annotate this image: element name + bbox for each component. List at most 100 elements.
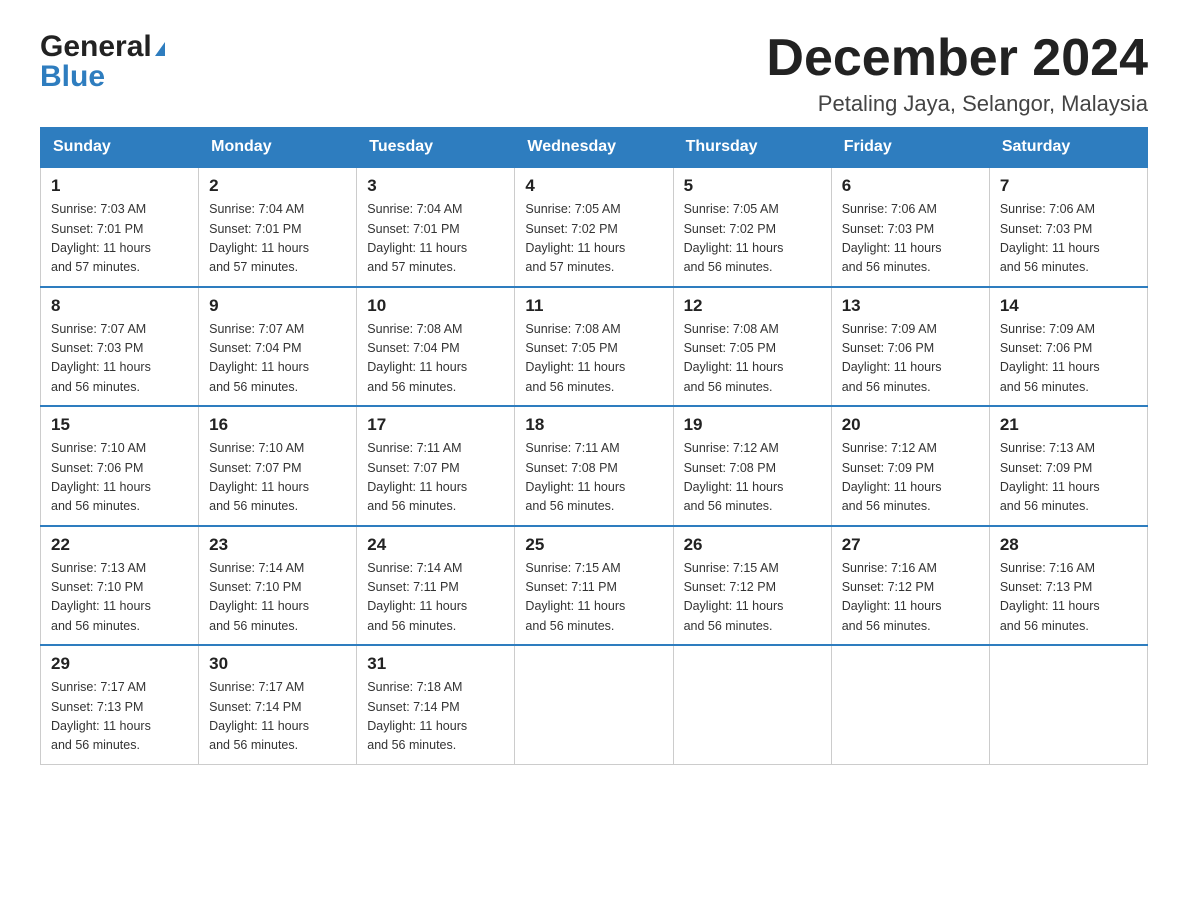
calendar-cell: 12Sunrise: 7:08 AMSunset: 7:05 PMDayligh… — [673, 287, 831, 407]
day-info: Sunrise: 7:13 AMSunset: 7:09 PMDaylight:… — [1000, 439, 1137, 517]
day-info: Sunrise: 7:07 AMSunset: 7:04 PMDaylight:… — [209, 320, 346, 398]
day-number: 12 — [684, 296, 821, 316]
calendar-cell: 16 Sunrise: 7:10 AMSunset: 7:07 PMDayligh… — [199, 406, 357, 526]
calendar-cell: 2 Sunrise: 7:04 AMSunset: 7:01 PMDaylight… — [199, 167, 357, 287]
day-number: 10 — [367, 296, 504, 316]
calendar-cell: 30 Sunrise: 7:17 AMSunset: 7:14 PMDayligh… — [199, 645, 357, 764]
calendar-week-row: 29Sunrise: 7:17 AMSunset: 7:13 PMDayligh… — [41, 645, 1148, 764]
day-number: 18 — [525, 415, 662, 435]
calendar-week-row: 15 Sunrise: 7:10 AMSunset: 7:06 PMDayligh… — [41, 406, 1148, 526]
month-title: December 2024 — [766, 30, 1148, 87]
calendar-cell: 26 Sunrise: 7:15 AMSunset: 7:12 PMDayligh… — [673, 526, 831, 646]
calendar-cell: 7 Sunrise: 7:06 AMSunset: 7:03 PMDaylight… — [989, 167, 1147, 287]
day-info: Sunrise: 7:05 AMSunset: 7:02 PMDaylight:… — [684, 200, 821, 278]
calendar-cell: 29Sunrise: 7:17 AMSunset: 7:13 PMDayligh… — [41, 645, 199, 764]
title-block: December 2024 Petaling Jaya, Selangor, M… — [766, 30, 1148, 117]
calendar-cell: 13 Sunrise: 7:09 AMSunset: 7:06 PMDayligh… — [831, 287, 989, 407]
calendar-cell — [515, 645, 673, 764]
day-number: 20 — [842, 415, 979, 435]
day-number: 17 — [367, 415, 504, 435]
day-info: Sunrise: 7:05 AMSunset: 7:02 PMDaylight:… — [525, 200, 662, 278]
day-number: 13 — [842, 296, 979, 316]
day-info: Sunrise: 7:09 AMSunset: 7:06 PMDaylight:… — [842, 320, 979, 398]
day-info: Sunrise: 7:08 AMSunset: 7:04 PMDaylight:… — [367, 320, 504, 398]
calendar-cell: 17Sunrise: 7:11 AMSunset: 7:07 PMDayligh… — [357, 406, 515, 526]
day-info: Sunrise: 7:06 AMSunset: 7:03 PMDaylight:… — [1000, 200, 1137, 278]
calendar-cell: 14 Sunrise: 7:09 AMSunset: 7:06 PMDayligh… — [989, 287, 1147, 407]
logo-blue: Blue — [40, 60, 105, 94]
day-info: Sunrise: 7:06 AMSunset: 7:03 PMDaylight:… — [842, 200, 979, 278]
day-number: 31 — [367, 654, 504, 674]
day-info: Sunrise: 7:10 AMSunset: 7:07 PMDaylight:… — [209, 439, 346, 517]
day-info: Sunrise: 7:11 AMSunset: 7:08 PMDaylight:… — [525, 439, 662, 517]
day-number: 29 — [51, 654, 188, 674]
day-number: 11 — [525, 296, 662, 316]
day-info: Sunrise: 7:14 AMSunset: 7:10 PMDaylight:… — [209, 559, 346, 637]
calendar-cell: 24 Sunrise: 7:14 AMSunset: 7:11 PMDayligh… — [357, 526, 515, 646]
day-number: 16 — [209, 415, 346, 435]
day-info: Sunrise: 7:09 AMSunset: 7:06 PMDaylight:… — [1000, 320, 1137, 398]
day-number: 28 — [1000, 535, 1137, 555]
day-number: 23 — [209, 535, 346, 555]
day-number: 26 — [684, 535, 821, 555]
day-info: Sunrise: 7:04 AMSunset: 7:01 PMDaylight:… — [367, 200, 504, 278]
logo: General Blue — [40, 30, 165, 94]
day-number: 5 — [684, 176, 821, 196]
calendar-cell: 3Sunrise: 7:04 AMSunset: 7:01 PMDaylight… — [357, 167, 515, 287]
logo-general: General — [40, 30, 152, 64]
calendar-table: SundayMondayTuesdayWednesdayThursdayFrid… — [40, 127, 1148, 765]
calendar-cell: 9 Sunrise: 7:07 AMSunset: 7:04 PMDaylight… — [199, 287, 357, 407]
day-number: 4 — [525, 176, 662, 196]
day-info: Sunrise: 7:07 AMSunset: 7:03 PMDaylight:… — [51, 320, 188, 398]
day-number: 8 — [51, 296, 188, 316]
location-title: Petaling Jaya, Selangor, Malaysia — [766, 91, 1148, 117]
day-info: Sunrise: 7:15 AMSunset: 7:11 PMDaylight:… — [525, 559, 662, 637]
calendar-header-monday: Monday — [199, 128, 357, 168]
calendar-week-row: 8 Sunrise: 7:07 AMSunset: 7:03 PMDaylight… — [41, 287, 1148, 407]
day-info: Sunrise: 7:15 AMSunset: 7:12 PMDaylight:… — [684, 559, 821, 637]
day-number: 7 — [1000, 176, 1137, 196]
calendar-cell: 28Sunrise: 7:16 AMSunset: 7:13 PMDayligh… — [989, 526, 1147, 646]
day-info: Sunrise: 7:14 AMSunset: 7:11 PMDaylight:… — [367, 559, 504, 637]
day-number: 22 — [51, 535, 188, 555]
calendar-cell: 23 Sunrise: 7:14 AMSunset: 7:10 PMDayligh… — [199, 526, 357, 646]
day-number: 2 — [209, 176, 346, 196]
calendar-cell — [989, 645, 1147, 764]
calendar-header-friday: Friday — [831, 128, 989, 168]
calendar-cell: 31 Sunrise: 7:18 AMSunset: 7:14 PMDayligh… — [357, 645, 515, 764]
day-number: 9 — [209, 296, 346, 316]
calendar-cell: 21 Sunrise: 7:13 AMSunset: 7:09 PMDayligh… — [989, 406, 1147, 526]
page-header: General Blue December 2024 Petaling Jaya… — [40, 30, 1148, 117]
day-info: Sunrise: 7:08 AMSunset: 7:05 PMDaylight:… — [525, 320, 662, 398]
calendar-header-tuesday: Tuesday — [357, 128, 515, 168]
calendar-header-thursday: Thursday — [673, 128, 831, 168]
calendar-cell: 15 Sunrise: 7:10 AMSunset: 7:06 PMDayligh… — [41, 406, 199, 526]
calendar-cell — [831, 645, 989, 764]
day-number: 30 — [209, 654, 346, 674]
calendar-cell: 10 Sunrise: 7:08 AMSunset: 7:04 PMDayligh… — [357, 287, 515, 407]
day-number: 27 — [842, 535, 979, 555]
day-info: Sunrise: 7:13 AMSunset: 7:10 PMDaylight:… — [51, 559, 188, 637]
day-info: Sunrise: 7:18 AMSunset: 7:14 PMDaylight:… — [367, 678, 504, 756]
day-info: Sunrise: 7:12 AMSunset: 7:09 PMDaylight:… — [842, 439, 979, 517]
calendar-cell: 27 Sunrise: 7:16 AMSunset: 7:12 PMDayligh… — [831, 526, 989, 646]
calendar-cell: 18 Sunrise: 7:11 AMSunset: 7:08 PMDayligh… — [515, 406, 673, 526]
day-info: Sunrise: 7:10 AMSunset: 7:06 PMDaylight:… — [51, 439, 188, 517]
day-number: 15 — [51, 415, 188, 435]
calendar-header-saturday: Saturday — [989, 128, 1147, 168]
day-number: 14 — [1000, 296, 1137, 316]
day-info: Sunrise: 7:16 AMSunset: 7:12 PMDaylight:… — [842, 559, 979, 637]
calendar-cell: 1 Sunrise: 7:03 AMSunset: 7:01 PMDaylight… — [41, 167, 199, 287]
calendar-cell: 11 Sunrise: 7:08 AMSunset: 7:05 PMDayligh… — [515, 287, 673, 407]
day-number: 21 — [1000, 415, 1137, 435]
calendar-cell — [673, 645, 831, 764]
day-number: 24 — [367, 535, 504, 555]
calendar-week-row: 22 Sunrise: 7:13 AMSunset: 7:10 PMDayligh… — [41, 526, 1148, 646]
day-info: Sunrise: 7:04 AMSunset: 7:01 PMDaylight:… — [209, 200, 346, 278]
day-info: Sunrise: 7:17 AMSunset: 7:14 PMDaylight:… — [209, 678, 346, 756]
logo-triangle-icon — [155, 42, 165, 56]
calendar-week-row: 1 Sunrise: 7:03 AMSunset: 7:01 PMDaylight… — [41, 167, 1148, 287]
day-number: 1 — [51, 176, 188, 196]
calendar-cell: 20 Sunrise: 7:12 AMSunset: 7:09 PMDayligh… — [831, 406, 989, 526]
day-info: Sunrise: 7:03 AMSunset: 7:01 PMDaylight:… — [51, 200, 188, 278]
